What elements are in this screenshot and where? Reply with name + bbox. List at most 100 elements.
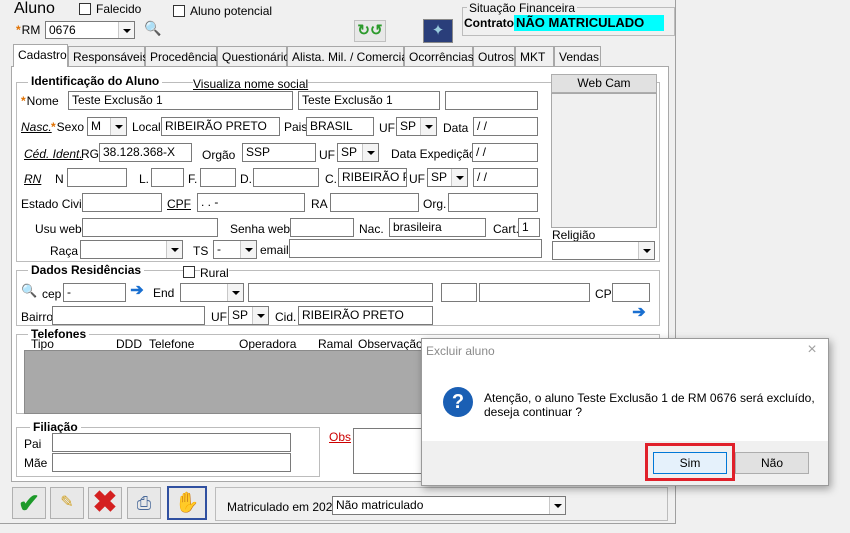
photo-area (551, 93, 657, 228)
chevron-down-icon[interactable] (110, 118, 126, 135)
tab-9[interactable]: Vendas (554, 46, 601, 66)
local-input[interactable]: RIBEIRÃO PRETO (161, 117, 280, 136)
data-nasc-input[interactable]: / / (473, 117, 538, 136)
hand-icon[interactable]: ✋ (167, 486, 207, 520)
rm-combo[interactable]: 0676 (45, 21, 135, 39)
cart-input[interactable]: 1 (518, 218, 540, 237)
tab-1[interactable]: Cadastro (13, 44, 68, 67)
uf-rn-combo[interactable]: SP (427, 168, 468, 187)
matriculado-combo[interactable]: Não matriculado (332, 496, 566, 515)
rn-d-input[interactable] (253, 168, 319, 187)
orgao-input[interactable]: SSP (242, 143, 316, 162)
org-input[interactable] (448, 193, 538, 212)
arrow-right-icon[interactable]: ➔ (629, 304, 649, 323)
cp-input[interactable] (612, 283, 650, 302)
end-input[interactable] (248, 283, 433, 302)
rural-checkbox[interactable] (183, 266, 195, 278)
nac-input[interactable]: brasileira (389, 218, 486, 237)
print-icon[interactable]: ⎙ (127, 487, 161, 519)
falecido-checkbox[interactable] (79, 3, 91, 15)
org-label: Org. (423, 197, 447, 211)
religiao-combo[interactable] (552, 241, 655, 260)
ced-ident-label[interactable]: Céd. Ident. (24, 147, 83, 161)
arrow-right-icon[interactable]: ➔ (127, 282, 147, 301)
aluno-potencial-checkbox[interactable] (173, 5, 185, 17)
pai-input[interactable] (52, 433, 291, 452)
pais-input[interactable]: BRASIL (306, 117, 374, 136)
obs-link[interactable]: Obs (329, 430, 351, 444)
end-tipo-combo[interactable] (180, 283, 244, 302)
chevron-down-icon[interactable] (240, 241, 256, 258)
extra-input[interactable] (445, 91, 538, 110)
numero-input[interactable] (441, 283, 477, 302)
uf-rn-value: SP (431, 170, 448, 184)
senha-web-input[interactable] (290, 218, 354, 237)
tab-8[interactable]: MKT (515, 46, 554, 66)
ts-combo[interactable]: - (213, 240, 257, 259)
nao-button[interactable]: Não (735, 452, 809, 474)
chevron-down-icon[interactable] (227, 284, 243, 301)
binoculars-icon[interactable]: 🔍 (144, 20, 161, 36)
tab-5[interactable]: Alista. Mil. / Comercial (287, 46, 411, 66)
raca-label: Raça (50, 244, 79, 258)
refresh-icon[interactable]: ↻↺ (354, 20, 386, 42)
chevron-down-icon[interactable] (362, 144, 378, 161)
cidade-input[interactable]: RIBEIRÃO PRETO (298, 306, 433, 325)
matriculado-label: Matriculado em 2022: (227, 500, 343, 514)
cpf-label[interactable]: CPF (167, 197, 191, 211)
nasc-label[interactable]: Nasc. (21, 120, 52, 134)
chevron-down-icon[interactable] (252, 307, 268, 324)
close-icon[interactable]: × (803, 341, 821, 359)
data-expedicao-input[interactable]: / / (472, 143, 538, 162)
data-rn-input[interactable]: / / (473, 168, 538, 187)
ra-input[interactable] (330, 193, 419, 212)
identificacao-title: Identificação do Aluno (28, 74, 163, 88)
telefones-col-header: Telefone (149, 337, 195, 351)
bairro-label: Bairro (21, 310, 54, 324)
nome-input[interactable]: Teste Exclusão 1 (68, 91, 293, 110)
chevron-down-icon[interactable] (638, 242, 654, 259)
rn-c-input[interactable]: RIBEIRÃO PI (338, 168, 407, 187)
delete-button[interactable]: ✖ (88, 487, 122, 519)
rn-label[interactable]: RN (24, 172, 41, 186)
tab-3[interactable]: Procedência (145, 46, 217, 66)
binoculars-icon[interactable]: 🔍 (21, 283, 37, 299)
tab-6[interactable]: Ocorrências (404, 46, 474, 66)
tab-7[interactable]: Outros (473, 46, 515, 66)
tab-2[interactable]: Responsáveis (68, 46, 148, 66)
mae-input[interactable] (52, 453, 291, 472)
chevron-down-icon[interactable] (166, 241, 182, 258)
raca-combo[interactable] (80, 240, 183, 259)
chevron-down-icon[interactable] (549, 497, 565, 514)
uf-rg-combo[interactable]: SP (337, 143, 379, 162)
chevron-down-icon[interactable] (451, 169, 467, 186)
chevron-down-icon[interactable] (420, 118, 436, 135)
save-button[interactable]: ✔ (12, 487, 46, 519)
chevron-down-icon[interactable] (118, 22, 134, 38)
uf-res-combo[interactable]: SP (228, 306, 269, 325)
form-title: Aluno (14, 0, 55, 17)
uf-nasc-combo[interactable]: SP (396, 117, 437, 136)
obs-textarea[interactable] (353, 428, 423, 474)
rn-l-input[interactable] (151, 168, 184, 187)
cpf-input[interactable]: . . - (197, 193, 305, 212)
rn-f-input[interactable] (200, 168, 236, 187)
rn-d-label: D. (240, 172, 252, 186)
rn-n-input[interactable] (67, 168, 127, 187)
complemento-input[interactable] (479, 283, 590, 302)
bairro-input[interactable] (52, 306, 205, 325)
estado-civil-input[interactable] (82, 193, 162, 212)
email-input[interactable] (289, 239, 542, 258)
sexo-combo[interactable]: M (87, 117, 127, 136)
nome-social-input[interactable]: Teste Exclusão 1 (298, 91, 440, 110)
globe-icon[interactable]: ✦ (423, 19, 453, 43)
visualiza-nome-social-link[interactable]: Visualiza nome social (193, 77, 309, 91)
falecido-label: Falecido (96, 2, 142, 16)
usu-web-input[interactable] (82, 218, 218, 237)
eraser-icon[interactable]: ✎ (50, 487, 84, 519)
webcam-button[interactable]: Web Cam (551, 74, 657, 93)
rg-input[interactable]: 38.128.368-X (99, 143, 192, 162)
cart-label: Cart. (493, 222, 520, 236)
tab-4[interactable]: Questionário (217, 46, 290, 66)
cep-input[interactable]: - (63, 283, 126, 302)
